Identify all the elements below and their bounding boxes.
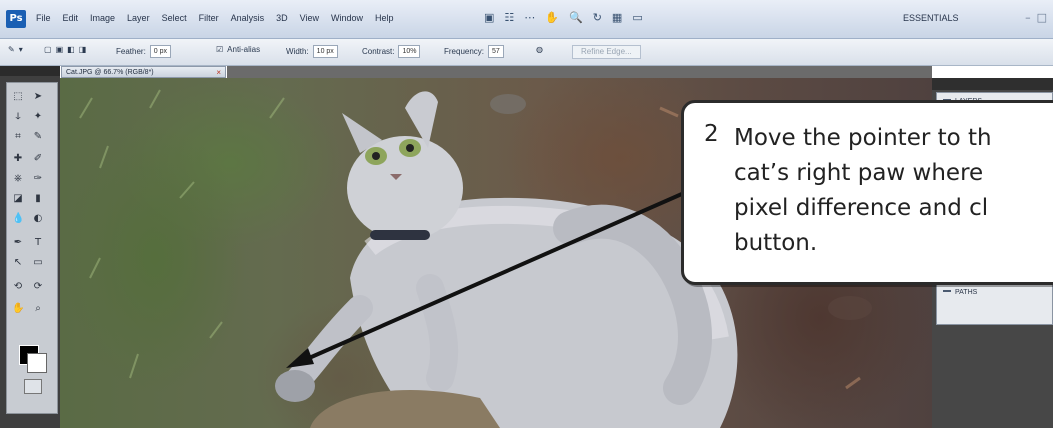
- callout-line-2: cat’s right paw where: [734, 160, 984, 186]
- instruction-callout: 2 Move the pointer to th cat’s right paw…: [681, 100, 1053, 285]
- callout-line-3: pixel difference and cl: [734, 195, 989, 221]
- step-number: 2: [704, 121, 719, 147]
- callout-line-4: button.: [734, 230, 818, 256]
- callout-text: Move the pointer to th cat’s right paw w…: [734, 121, 992, 261]
- photoshop-screenshot: Ps File Edit Image Layer Select Filter A…: [0, 0, 1053, 428]
- callout-line-1: Move the pointer to th: [734, 125, 992, 151]
